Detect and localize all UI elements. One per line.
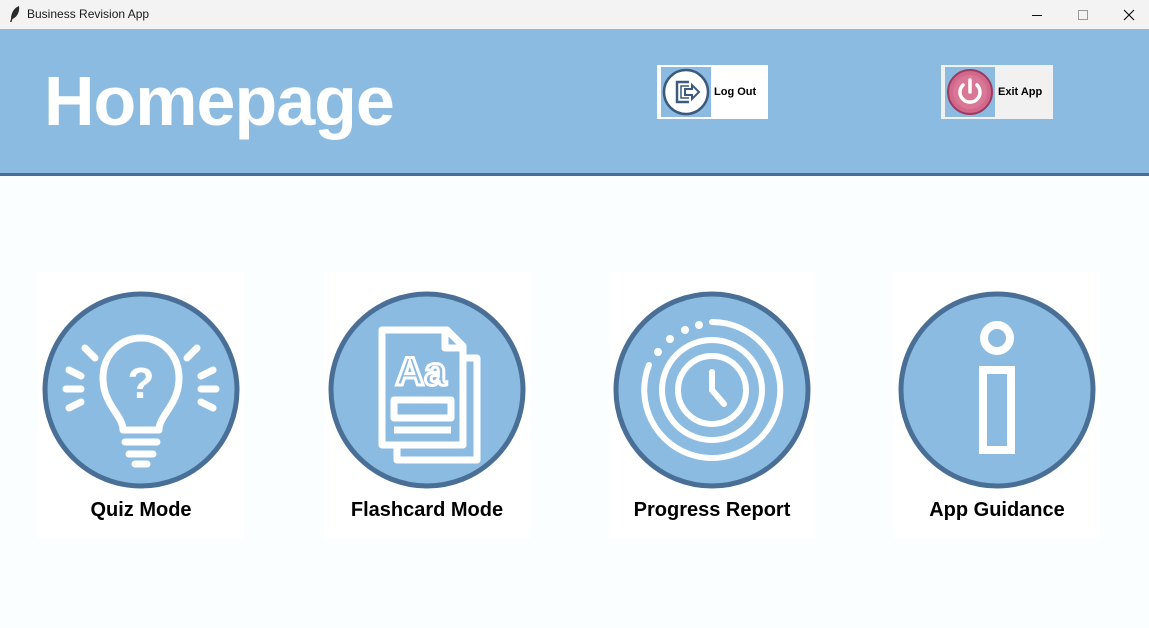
feather-icon <box>10 6 20 22</box>
minimize-button[interactable] <box>1014 0 1060 29</box>
power-icon-box <box>945 67 995 117</box>
maximize-button[interactable] <box>1060 0 1106 29</box>
logout-label: Log Out <box>714 86 757 98</box>
logout-icon <box>662 68 710 116</box>
svg-text:Aa: Aa <box>395 350 447 394</box>
app-guidance-card[interactable]: App Guidance <box>894 272 1100 538</box>
app-guidance-label: App Guidance <box>929 499 1065 521</box>
page-title: Homepage <box>44 62 395 140</box>
exit-app-label: Exit App <box>998 86 1043 98</box>
flashcard-mode-card[interactable]: Aa Flashcard Mode <box>324 272 530 538</box>
quiz-mode-card[interactable]: ? Quiz Mode <box>38 272 244 538</box>
flashcard-icon: Aa <box>328 291 526 489</box>
close-icon <box>1123 9 1135 20</box>
flashcard-mode-label: Flashcard Mode <box>350 499 504 521</box>
window-title: Business Revision App <box>27 7 150 21</box>
quiz-mode-label: Quiz Mode <box>90 499 192 521</box>
exit-app-button[interactable]: Exit App <box>941 65 1053 119</box>
svg-text:?: ? <box>128 359 155 408</box>
progress-report-card[interactable]: Progress Report <box>609 272 815 538</box>
progress-report-label: Progress Report <box>633 499 791 521</box>
logout-button[interactable]: Log Out <box>657 65 768 119</box>
header-banner: Homepage Log Out Exit App <box>0 29 1149 176</box>
clock-icon <box>613 291 811 489</box>
power-icon <box>947 69 993 115</box>
minimize-icon <box>1032 14 1042 16</box>
lightbulb-question-icon: ? <box>42 291 240 489</box>
maximize-icon <box>1078 9 1088 20</box>
window-titlebar: Business Revision App <box>0 0 1149 29</box>
info-icon <box>898 291 1096 489</box>
logout-icon-box <box>661 67 711 117</box>
close-button[interactable] <box>1106 0 1149 29</box>
